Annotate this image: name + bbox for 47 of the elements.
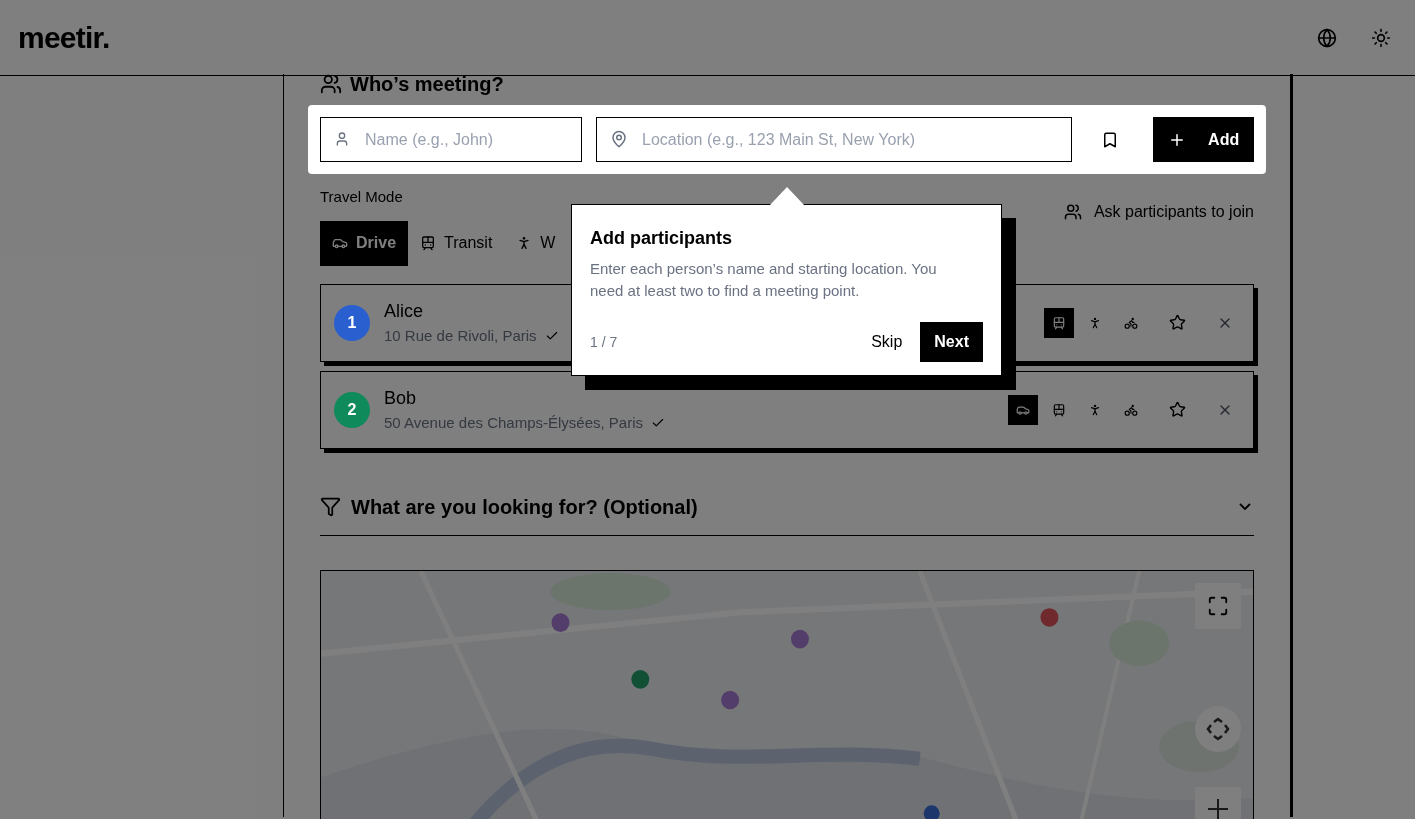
fullscreen-icon <box>1207 594 1229 617</box>
recenter-icon <box>1205 715 1231 742</box>
fullscreen-button[interactable] <box>1195 582 1241 629</box>
participant-address: 50 Avenue des Champs-Élysées, Paris <box>384 412 644 433</box>
tram-icon <box>1052 402 1066 417</box>
participant-name: Alice <box>384 299 424 323</box>
check-icon <box>651 416 666 430</box>
theme-toggle-icon[interactable] <box>1371 27 1391 48</box>
next-button[interactable]: Next <box>920 322 983 362</box>
step-counter: 1 / 7 <box>590 332 618 352</box>
mode-toggle[interactable] <box>1044 307 1074 338</box>
bicycle-icon <box>1124 315 1138 330</box>
participant-name: Bob <box>384 386 418 410</box>
mode-toggle[interactable] <box>1008 394 1038 425</box>
person-icon <box>334 131 350 147</box>
travel-mode-tab[interactable]: Drive <box>320 220 409 266</box>
location-field[interactable]: Location (e.g., 123 Main St, New York) <box>596 117 1073 162</box>
star-icon <box>1168 314 1186 331</box>
filter-icon <box>320 496 341 517</box>
walking-person-icon <box>1088 315 1102 330</box>
tram-icon <box>420 235 437 251</box>
tooltip-text: Enter each person’s name and starting location. You need at least two to find a meeting point. <box>590 259 938 301</box>
logo[interactable]: meetir. <box>18 15 110 60</box>
participant-number: 2 <box>334 391 370 428</box>
travel-mode-label: Travel Mode <box>320 187 404 207</box>
globe-icon[interactable] <box>1317 27 1337 48</box>
skip-button[interactable]: Skip <box>871 330 903 354</box>
plus-icon <box>1208 798 1228 819</box>
zoom-in-button[interactable] <box>1195 786 1241 819</box>
travel-mode-tab[interactable]: Transit <box>408 220 505 266</box>
participant-number: 1 <box>334 304 370 341</box>
pin-icon <box>610 130 628 148</box>
walking-person-icon <box>1088 402 1102 417</box>
add-button[interactable]: Add <box>1153 117 1254 162</box>
section-title: Who’s meeting? <box>350 72 504 97</box>
ask-participants-link[interactable]: Ask participants to join <box>1063 200 1254 224</box>
tram-icon <box>1052 315 1066 330</box>
participant-address: 10 Rue de Rivoli, Paris <box>384 325 537 346</box>
tooltip-title: Add participants <box>590 227 733 250</box>
bicycle-icon <box>1124 402 1138 417</box>
name-field[interactable]: Name (e.g., John) <box>320 117 582 162</box>
filters-toggle[interactable]: What are you looking for? (Optional) <box>320 478 1254 536</box>
chevron-icon <box>1239 503 1251 510</box>
travel-mode-tab[interactable]: W <box>504 220 568 266</box>
users-icon <box>1063 203 1082 221</box>
star-icon <box>1168 401 1186 418</box>
check-icon <box>544 329 559 343</box>
